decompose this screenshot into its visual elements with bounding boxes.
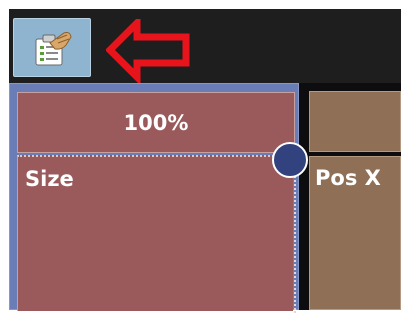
size-track: 100% Size [9,83,308,313]
pos-x-cell[interactable]: Pos X [309,156,401,310]
pos-x-label: Pos X [315,166,381,190]
clipboard-tool-button[interactable] [13,18,91,77]
size-cell[interactable]: Size [17,155,296,313]
zoom-cell[interactable]: 100% [17,92,295,153]
toolbar [9,9,401,83]
track-panel: 100% Size Pos X [9,83,401,313]
size-label: Size [25,167,74,191]
zoom-label: 100% [123,110,189,135]
pos-x-header-cell[interactable] [309,91,401,152]
keyframe-knob[interactable] [272,142,308,178]
size-divider [294,157,296,313]
red-arrow-annotation [106,19,190,83]
clipboard-hand-icon [35,32,72,66]
